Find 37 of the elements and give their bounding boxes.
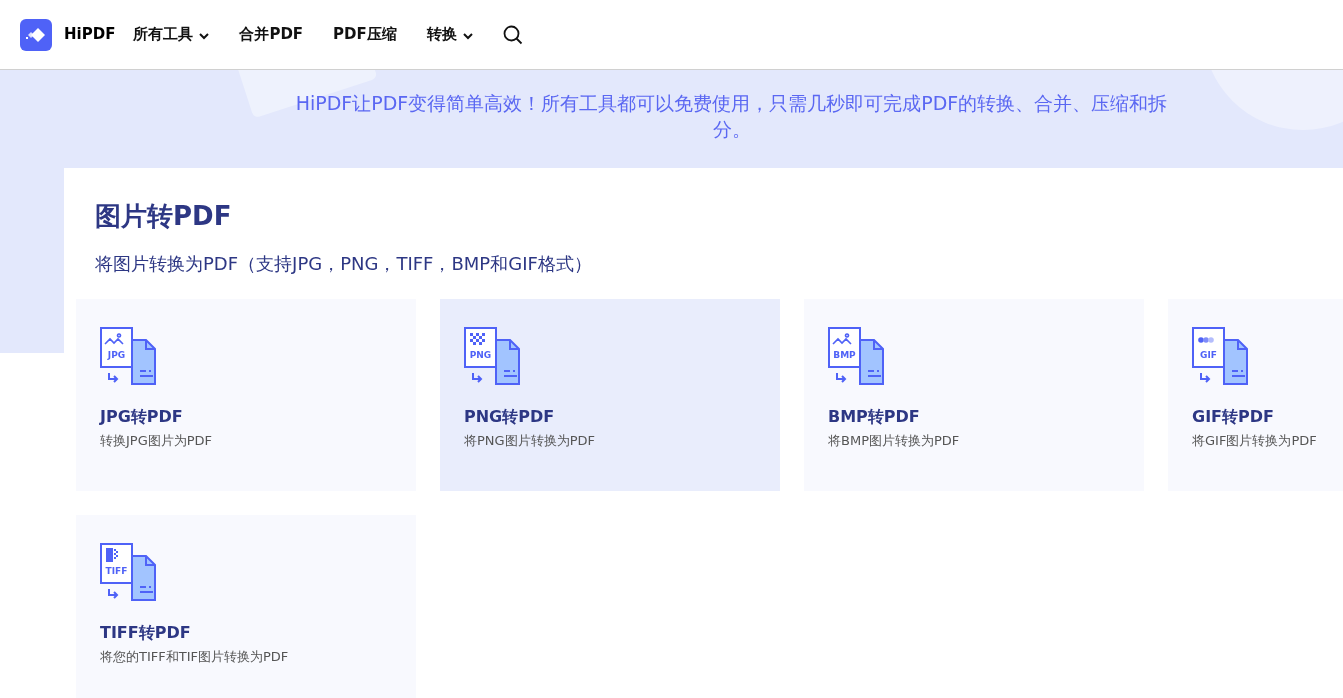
tool-card[interactable]: PNG PNG转PDF 将PNG图片转换为PDF: [440, 299, 780, 491]
tool-card[interactable]: BMP BMP转PDF 将BMP图片转换为PDF: [804, 299, 1144, 491]
section-description: 将图片转换为PDF（支持JPG，PNG，TIFF，BMP和GIF格式）: [94, 252, 593, 276]
chevron-down-icon: [199, 33, 210, 40]
icon-label: PNG: [468, 351, 493, 360]
chevron-down-icon: [462, 33, 473, 40]
hero-subtitle: HiPDF让PDF变得简单高效！所有工具都可以免费使用，只需几秒即可完成PDF的转换、合并、压缩和拆分。: [294, 91, 1169, 142]
icon-label: JPG: [106, 351, 127, 360]
document-icon: [1192, 327, 1250, 385]
document-icon: [464, 327, 522, 385]
section-title: 图片转PDF: [94, 200, 233, 233]
brand-name: HiPDF: [64, 24, 116, 46]
nav-link[interactable]: 合并PDF: [239, 23, 304, 46]
tool-title: TIFF转PDF: [100, 623, 192, 643]
nav-link[interactable]: 所有工具: [133, 23, 210, 46]
tool-card[interactable]: GIF GIF转PDF 将GIF图片转换为PDF: [1168, 299, 1343, 491]
nav-link[interactable]: 转换: [426, 23, 473, 46]
tool-title: JPG转PDF: [100, 407, 184, 427]
icon-label: TIFF: [104, 567, 129, 576]
document-icon: [100, 327, 158, 385]
tool-title: GIF转PDF: [1192, 407, 1275, 427]
icon-label: BMP: [832, 351, 857, 360]
tool-description: 将您的TIFF和TIF图片转换为PDF: [100, 649, 290, 665]
nav-link[interactable]: PDF压缩: [333, 23, 397, 46]
tool-description: 转换JPG图片为PDF: [100, 433, 214, 449]
tool-description: 将BMP图片转换为PDF: [828, 433, 961, 449]
icon-label: GIF: [1199, 351, 1218, 360]
tool-card[interactable]: TIFF TIFF转PDF 将您的TIFF和TIF图片转换为PDF: [76, 515, 416, 698]
logo-icon: [20, 18, 52, 51]
search-icon[interactable]: [502, 24, 523, 45]
tool-card[interactable]: JPG JPG转PDF 转换JPG图片为PDF: [76, 299, 416, 491]
document-icon: [100, 543, 158, 601]
tool-description: 将PNG图片转换为PDF: [464, 433, 596, 449]
tool-title: BMP转PDF: [828, 407, 921, 427]
tool-description: 将GIF图片转换为PDF: [1192, 433, 1318, 449]
document-icon: [828, 327, 886, 385]
tool-title: PNG转PDF: [464, 407, 556, 427]
